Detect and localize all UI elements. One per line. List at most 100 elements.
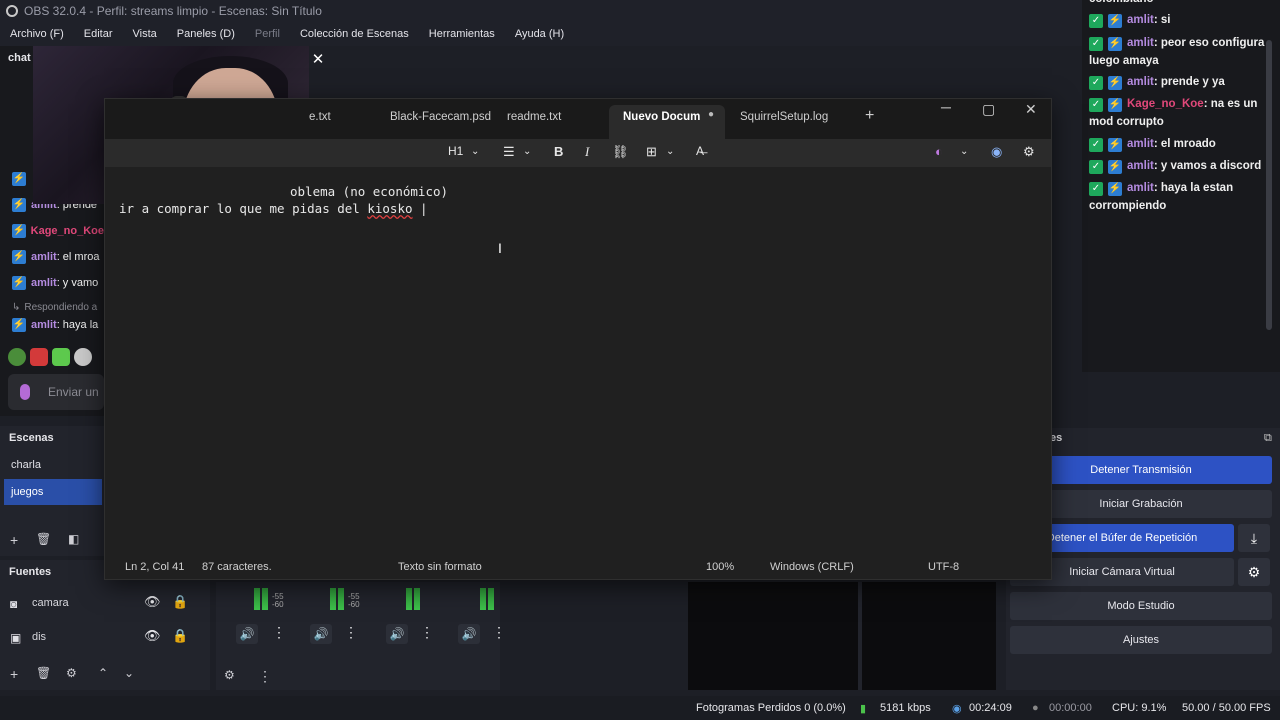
chevron-down-icon[interactable]: ⌄ [471, 146, 479, 157]
source-settings-icon[interactable]: ⚙ [66, 666, 77, 680]
virtual-camera-settings-icon[interactable]: ⚙ [1238, 558, 1270, 586]
emote-row [8, 348, 100, 368]
chat-username[interactable]: amlit [1127, 182, 1154, 194]
chat-scrollbar[interactable] [1266, 40, 1272, 330]
clear-format-icon[interactable]: A̶ [696, 144, 704, 158]
table-icon[interactable]: ⊞ [646, 144, 657, 160]
menu-herramientas[interactable]: Herramientas [419, 28, 505, 40]
chat-username[interactable]: amlit [1127, 76, 1154, 88]
settings-button[interactable]: Ajustes [1010, 626, 1272, 654]
more-icon[interactable]: ⋮ [258, 668, 272, 685]
more-icon[interactable]: ⋮ [272, 624, 286, 641]
remove-scene-icon[interactable]: 🗑 [36, 532, 51, 546]
chat-message: ✓ ⚡ amlit: prende y ya [1089, 73, 1277, 91]
chat-username[interactable]: amlit [31, 251, 57, 263]
volume-meter [254, 588, 260, 610]
italic-icon[interactable]: I [585, 144, 589, 160]
badge-icon: ⚡ [1108, 182, 1122, 196]
chat-username[interactable]: Kage_no_Koe [1127, 98, 1204, 110]
chat-username[interactable]: amlit [1127, 37, 1154, 49]
tab-squirrelsetup[interactable]: SquirrelSetup.log [740, 111, 828, 123]
chat-text-cut: colombiano [1089, 0, 1277, 8]
chat-username[interactable]: amlit [1127, 14, 1154, 26]
menu-ayuda[interactable]: Ayuda (H) [505, 28, 574, 40]
emote-icon[interactable] [74, 348, 92, 366]
chevron-down-icon[interactable]: ⌄ [523, 146, 531, 157]
undock-icon[interactable]: ⧉ [1264, 432, 1272, 445]
new-tab-icon[interactable]: + [865, 107, 874, 125]
chat-username[interactable]: amlit [1127, 160, 1154, 172]
close-icon[interactable]: ✕ [1025, 101, 1037, 118]
badge-icon: ⚡ [1108, 37, 1122, 51]
chat-username[interactable]: amlit [31, 277, 57, 289]
add-source-icon[interactable]: + [10, 666, 18, 682]
chat-text: : y vamo [56, 277, 99, 289]
lock-icon[interactable]: 🔒 [172, 628, 188, 644]
copilot-icon[interactable]: ◐ [935, 144, 943, 159]
bold-icon[interactable]: B [554, 144, 563, 159]
line-ending[interactable]: Windows (CRLF) [770, 561, 854, 573]
menu-editar[interactable]: Editar [74, 28, 123, 40]
menu-vista[interactable]: Vista [123, 28, 167, 40]
speaker-icon[interactable]: 🔊 [236, 624, 258, 644]
remove-source-icon[interactable]: 🗑 [36, 666, 51, 680]
studio-mode-button[interactable]: Modo Estudio [1010, 592, 1272, 620]
more-icon[interactable]: ⋮ [420, 624, 434, 641]
speaker-icon[interactable]: 🔊 [310, 624, 332, 644]
bitrate: 5181 kbps [880, 702, 931, 714]
link-icon[interactable]: ⛓ [612, 144, 629, 160]
tab-readme[interactable]: readme.txt [507, 111, 561, 123]
account-avatar-icon[interactable]: ◉ [991, 144, 1002, 160]
chat-text: : haya la [56, 319, 99, 331]
badge-icon: ⚡ [1108, 138, 1122, 152]
notepad-text-area[interactable]: oblema (no económico) ir a comprar lo qu… [119, 183, 448, 217]
filter-scene-icon[interactable]: ◧ [68, 532, 79, 546]
scene-item-charla[interactable]: charla [4, 452, 102, 478]
lock-icon[interactable]: 🔒 [172, 594, 188, 610]
save-replay-icon[interactable]: ⤓ [1238, 524, 1270, 552]
visibility-eye-icon[interactable]: 👁 [144, 594, 161, 610]
chat-message: ⚡ amlit: haya la [12, 318, 104, 332]
emote-icon[interactable] [52, 348, 70, 366]
menu-archivo[interactable]: Archivo (F) [0, 28, 74, 40]
chat-username[interactable]: amlit [31, 319, 57, 331]
badge-icon: ⚡ [1108, 98, 1122, 112]
menu-paneles[interactable]: Paneles (D) [167, 28, 245, 40]
tab-nuevo-documento[interactable]: Nuevo Docum [623, 111, 700, 123]
more-icon[interactable]: ⋮ [492, 624, 506, 641]
menu-coleccion[interactable]: Colección de Escenas [290, 28, 419, 40]
move-up-icon[interactable]: ⌃ [98, 666, 108, 680]
heading-dropdown[interactable]: H1 [448, 144, 463, 158]
mic-icon[interactable] [20, 384, 30, 400]
emote-icon[interactable] [30, 348, 48, 366]
menu-perfil[interactable]: Perfil [245, 28, 290, 40]
speaker-icon[interactable]: 🔊 [458, 624, 480, 644]
chat-username[interactable]: Kage_no_Koe [31, 225, 104, 237]
zoom-level[interactable]: 100% [706, 561, 734, 573]
chat-username[interactable]: amlit [1127, 138, 1154, 150]
scene-item-juegos[interactable]: juegos [4, 479, 102, 505]
reply-text: Respondiendo a [24, 302, 98, 313]
format-mode[interactable]: Texto sin formato [398, 561, 482, 573]
emote-icon[interactable] [8, 348, 26, 366]
source-label: camara [32, 597, 69, 609]
list-icon[interactable]: ☰ [503, 144, 515, 160]
tab-e-txt[interactable]: e.txt [309, 111, 331, 123]
move-down-icon[interactable]: ⌄ [124, 666, 134, 680]
visibility-eye-icon[interactable]: 👁 [144, 628, 161, 644]
chat-message: ✓ ⚡ amlit: haya la estan corrompiendo [1089, 179, 1277, 215]
more-icon[interactable]: ⋮ [344, 624, 358, 641]
encoding[interactable]: UTF-8 [928, 561, 959, 573]
chevron-down-icon[interactable]: ⌄ [666, 146, 674, 157]
chevron-down-icon[interactable]: ⌄ [960, 146, 968, 157]
db-label: -60 [272, 600, 284, 609]
speaker-icon[interactable]: 🔊 [386, 624, 408, 644]
add-scene-icon[interactable]: + [10, 532, 18, 548]
settings-gear-icon[interactable]: ⚙ [1023, 144, 1035, 160]
webcam-close-icon[interactable]: ✕ [310, 52, 326, 68]
minimize-icon[interactable]: ─ [941, 99, 951, 115]
tab-black-facecam[interactable]: Black-Facecam.psd [390, 111, 491, 123]
maximize-icon[interactable]: ▢ [982, 101, 995, 118]
mixer-settings-icon[interactable]: ⚙ [224, 668, 235, 682]
text-caret: | [412, 201, 428, 216]
